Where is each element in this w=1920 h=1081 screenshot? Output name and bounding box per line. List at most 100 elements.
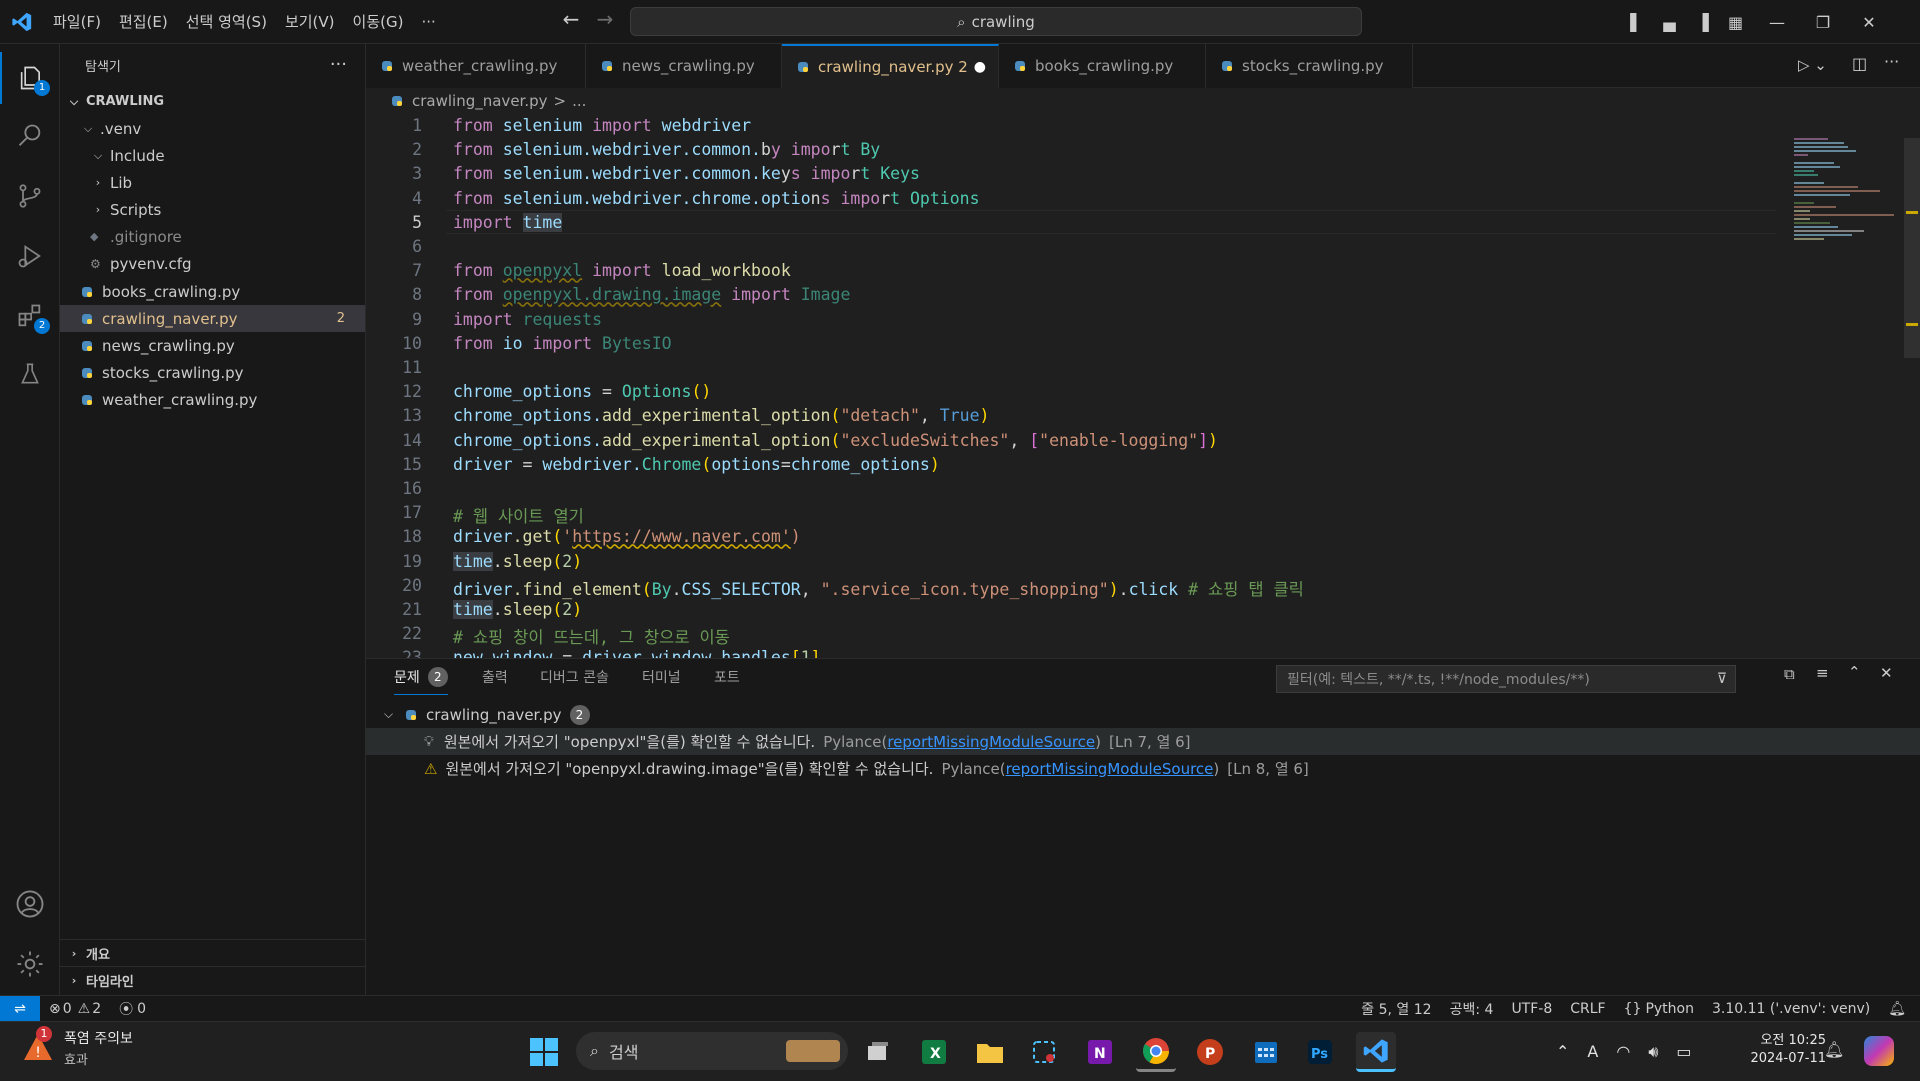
code-line[interactable]: 11 <box>366 358 1786 382</box>
code-line[interactable]: 1 from selenium import webdriver <box>366 116 1786 140</box>
filter-funnel-icon[interactable]: ⊽ <box>1717 671 1727 687</box>
problems-filter-input[interactable]: 필터(예: 텍스트, **/*.ts, !**/node_modules/**)… <box>1276 665 1736 693</box>
volume-icon[interactable]: 🔊︎ <box>1648 1042 1658 1062</box>
run-debug-icon[interactable] <box>0 230 60 282</box>
python-interpreter[interactable]: 3.10.11 ('.venv': venv) <box>1703 1001 1879 1017</box>
accounts-icon[interactable] <box>0 878 60 930</box>
code-line[interactable]: 19 time.sleep(2) <box>366 551 1786 576</box>
settings-gear-icon[interactable] <box>0 938 60 990</box>
menu-more[interactable]: ··· <box>412 7 444 37</box>
tray-overflow-icon[interactable]: ⌃ <box>1556 1042 1569 1061</box>
tree-item-scripts[interactable]: › Scripts <box>60 196 365 223</box>
file-explorer-icon[interactable] <box>970 1032 1010 1072</box>
notification-bell-icon[interactable]: 🔔︎ <box>1824 1040 1844 1059</box>
encoding[interactable]: UTF-8 <box>1502 1001 1561 1017</box>
customize-layout-icon[interactable]: ▦ <box>1719 13 1752 32</box>
problem-row[interactable]: 💡︎ 원본에서 가져오기 "openpyxl"을(를) 확인할 수 없습니다. … <box>366 728 1920 755</box>
ports-status[interactable]: ⦿ 0 <box>110 999 155 1019</box>
menu-edit[interactable]: 편집(E) <box>110 7 177 37</box>
tab-crawling-naver[interactable]: crawling_naver.py 2 ● <box>782 44 999 88</box>
editor-more-icon[interactable]: ··· <box>1884 52 1899 71</box>
toggle-panel-icon[interactable]: ▄ <box>1653 13 1686 32</box>
outline-section[interactable]: › 개요 <box>60 939 365 966</box>
wifi-icon[interactable]: ◠ <box>1616 1042 1630 1061</box>
extensions-icon[interactable]: 2 <box>0 290 60 342</box>
tree-item-pyvenv[interactable]: ⚙ pyvenv.cfg <box>60 250 365 277</box>
toggle-primary-sidebar-icon[interactable]: ▌ <box>1620 13 1653 32</box>
back-arrow-icon[interactable]: ← <box>554 7 588 31</box>
collapse-all-icon[interactable]: ⧉ <box>1784 665 1795 683</box>
windows-start-icon[interactable] <box>524 1032 564 1072</box>
calendar-icon[interactable] <box>1246 1032 1286 1072</box>
remote-indicator-icon[interactable]: ⇌ <box>0 995 40 1022</box>
panel-tab-debug-console[interactable]: 디버그 콘솔 <box>540 659 609 695</box>
panel-tab-terminal[interactable]: 터미널 <box>642 659 681 695</box>
problems-status[interactable]: ⊗ 0 ⚠ 2 <box>40 1001 110 1017</box>
ime-icon[interactable]: A <box>1587 1042 1598 1061</box>
snipping-tool-icon[interactable] <box>1024 1032 1064 1072</box>
workspace-root[interactable]: ⌵ CRAWLING <box>60 88 365 115</box>
notifications-bell-icon[interactable]: 🔔︎ <box>1879 1001 1920 1017</box>
tab-books-crawling[interactable]: books_crawling.py <box>999 44 1206 88</box>
split-editor-icon[interactable]: ◫ <box>1852 54 1867 73</box>
code-line[interactable]: 18 driver.get('https://www.naver.com') <box>366 527 1786 551</box>
code-line[interactable]: 5 import time <box>366 212 1786 237</box>
explorer-icon[interactable]: 1 <box>0 52 60 104</box>
taskbar-search-box[interactable]: ⌕ 검색 <box>576 1032 848 1070</box>
photoshop-icon[interactable]: Ps <box>1300 1032 1340 1072</box>
tree-item-include[interactable]: ⌵ Include <box>60 142 365 169</box>
indentation[interactable]: 공백: 4 <box>1441 999 1503 1019</box>
problem-row[interactable]: ⚠ 원본에서 가져오기 "openpyxl.drawing.image"을(를)… <box>366 755 1920 782</box>
chrome-icon[interactable] <box>1136 1032 1176 1072</box>
code-line[interactable]: 2 from selenium.webdriver.common.by impor… <box>366 140 1786 164</box>
tree-item-news[interactable]: news_crawling.py <box>60 332 365 359</box>
source-control-icon[interactable] <box>0 170 60 222</box>
close-window-button[interactable]: ✕ <box>1846 13 1892 32</box>
panel-tab-ports[interactable]: 포트 <box>714 659 740 695</box>
code-line[interactable]: 12 chrome_options = Options() <box>366 382 1786 406</box>
tree-item-books[interactable]: books_crawling.py <box>60 278 365 305</box>
close-panel-icon[interactable]: ✕ <box>1880 664 1893 682</box>
menu-go[interactable]: 이동(G) <box>344 7 413 37</box>
weather-warning-icon[interactable]: ! 1 <box>22 1026 54 1064</box>
menu-selection[interactable]: 선택 영역(S) <box>177 7 276 37</box>
menu-view[interactable]: 보기(V) <box>276 7 344 37</box>
code-line[interactable]: 9 import requests <box>366 310 1786 334</box>
weather-title[interactable]: 폭염 주의보 <box>64 1028 133 1048</box>
panel-tab-output[interactable]: 출력 <box>482 659 508 695</box>
breadcrumb-file[interactable]: crawling_naver.py <box>412 92 548 110</box>
more-actions-icon[interactable]: ··· <box>330 54 347 75</box>
code-line[interactable]: 16 <box>366 479 1786 503</box>
battery-icon[interactable]: ▭ <box>1676 1042 1691 1061</box>
toggle-secondary-sidebar-icon[interactable]: ▐ <box>1686 13 1719 32</box>
tree-item-gitignore[interactable]: ◆ .gitignore <box>60 223 365 250</box>
unsaved-dot-icon[interactable]: ● <box>974 59 986 75</box>
forward-arrow-icon[interactable]: → <box>588 7 622 31</box>
excel-icon[interactable]: X <box>914 1032 954 1072</box>
lightbulb-icon[interactable]: 💡︎ <box>424 734 434 750</box>
tab-news-crawling[interactable]: news_crawling.py <box>586 44 782 88</box>
problem-rule-link[interactable]: reportMissingModuleSource <box>887 733 1095 751</box>
view-as-table-icon[interactable]: ≡ <box>1816 664 1829 682</box>
problems-file-row[interactable]: ⌵ crawling_naver.py 2 <box>366 701 1920 728</box>
code-line[interactable]: 21 time.sleep(2) <box>366 600 1786 624</box>
minimize-button[interactable]: — <box>1754 13 1800 32</box>
task-view-icon[interactable] <box>858 1032 898 1072</box>
minimap[interactable] <box>1786 114 1920 706</box>
tab-weather-crawling[interactable]: weather_crawling.py <box>366 44 586 88</box>
code-line[interactable]: 22 # 쇼핑 창이 뜨는데, 그 창으로 이동 <box>366 624 1786 648</box>
end-of-line[interactable]: CRLF <box>1561 1001 1614 1017</box>
language-mode[interactable]: {} Python <box>1615 1001 1703 1017</box>
problem-rule-link[interactable]: reportMissingModuleSource <box>1006 760 1214 778</box>
code-line[interactable]: 20 driver.find_element(By.CSS_SELECTOR, "… <box>366 576 1786 600</box>
menu-file[interactable]: 파일(F) <box>44 7 110 37</box>
code-editor[interactable]: 1 from selenium import webdriver 2 from sel… <box>366 114 1786 706</box>
restore-button[interactable]: ❐ <box>1800 13 1846 32</box>
command-center-search[interactable]: ⌕ crawling <box>630 7 1362 36</box>
code-line[interactable]: 13 chrome_options.add_experimental_option… <box>366 406 1786 430</box>
code-line[interactable]: 4 from selenium.webdriver.chrome.options … <box>366 189 1786 213</box>
vscode-taskbar-icon[interactable] <box>1356 1032 1396 1072</box>
code-line[interactable]: 3 from selenium.webdriver.common.keys imp… <box>366 164 1786 188</box>
code-line[interactable]: 10 from io import BytesIO <box>366 334 1786 358</box>
tree-item-stocks[interactable]: stocks_crawling.py <box>60 359 365 386</box>
